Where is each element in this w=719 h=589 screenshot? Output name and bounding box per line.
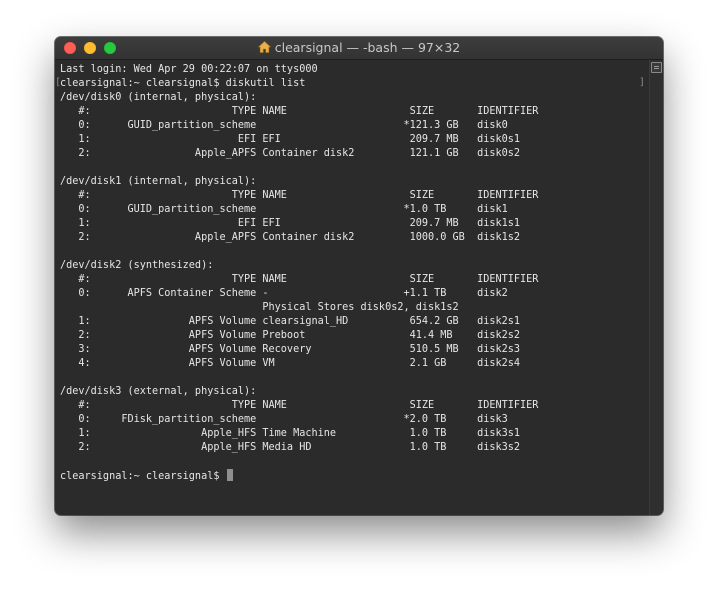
terminal-line: 1: EFI EFI 209.7 MB disk1s1: [60, 218, 521, 229]
terminal-line: 1: Apple_HFS Time Machine 1.0 TB disk3s1: [60, 428, 521, 439]
terminal-window: clearsignal — -bash — 97×32 [ ] Last log…: [55, 37, 663, 515]
terminal-line: 1: EFI EFI 209.7 MB disk0s1: [60, 134, 521, 145]
terminal-line: 0: GUID_partition_scheme *121.3 GB disk0: [60, 120, 508, 131]
window-title-container: clearsignal — -bash — 97×32: [55, 40, 663, 56]
terminal-line: 2: Apple_APFS Container disk2 121.1 GB d…: [60, 148, 521, 159]
terminal-line: 2: Apple_HFS Media HD 1.0 TB disk3s2: [60, 442, 521, 453]
terminal-line: #: TYPE NAME SIZE IDENTIFIER: [60, 400, 539, 411]
terminal-line: Last login: Wed Apr 29 00:22:07 on ttys0…: [60, 64, 318, 75]
terminal-output[interactable]: Last login: Wed Apr 29 00:22:07 on ttys0…: [60, 63, 646, 483]
text-cursor: [226, 469, 233, 481]
terminal-line: 0: FDisk_partition_scheme *2.0 TB disk3: [60, 414, 508, 425]
terminal-line: 2: Apple_APFS Container disk2 1000.0 GB …: [60, 232, 521, 243]
terminal-line: #: TYPE NAME SIZE IDENTIFIER: [60, 190, 539, 201]
terminal-line: 1: APFS Volume clearsignal_HD 654.2 GB d…: [60, 316, 521, 327]
split-pane-icon[interactable]: [651, 62, 662, 73]
home-icon: [257, 41, 271, 53]
title-bar[interactable]: clearsignal — -bash — 97×32: [55, 37, 663, 60]
terminal-line: /dev/disk3 (external, physical):: [60, 386, 257, 397]
window-title: clearsignal — -bash — 97×32: [274, 40, 461, 55]
terminal-line: /dev/disk1 (internal, physical):: [60, 176, 257, 187]
terminal-line: 3: APFS Volume Recovery 510.5 MB disk2s3: [60, 344, 521, 355]
terminal-line: 0: APFS Container Scheme - +1.1 TB disk2: [60, 288, 508, 299]
terminal-line: #: TYPE NAME SIZE IDENTIFIER: [60, 274, 539, 285]
shell-prompt: clearsignal:~ clearsignal$: [60, 471, 226, 482]
scrollbar[interactable]: [649, 60, 663, 515]
terminal-line: Physical Stores disk0s2, disk1s2: [60, 302, 459, 313]
terminal-line: 0: GUID_partition_scheme *1.0 TB disk1: [60, 204, 508, 215]
terminal-line: clearsignal:~ clearsignal$ diskutil list: [60, 78, 306, 89]
terminal-line: #: TYPE NAME SIZE IDENTIFIER: [60, 106, 539, 117]
terminal-line: /dev/disk2 (synthesized):: [60, 260, 214, 271]
terminal-line: /dev/disk0 (internal, physical):: [60, 92, 257, 103]
terminal-line: 4: APFS Volume VM 2.1 GB disk2s4: [60, 358, 521, 369]
prompt-line[interactable]: clearsignal:~ clearsignal$: [60, 469, 646, 483]
terminal-line: 2: APFS Volume Preboot 41.4 MB disk2s2: [60, 330, 521, 341]
